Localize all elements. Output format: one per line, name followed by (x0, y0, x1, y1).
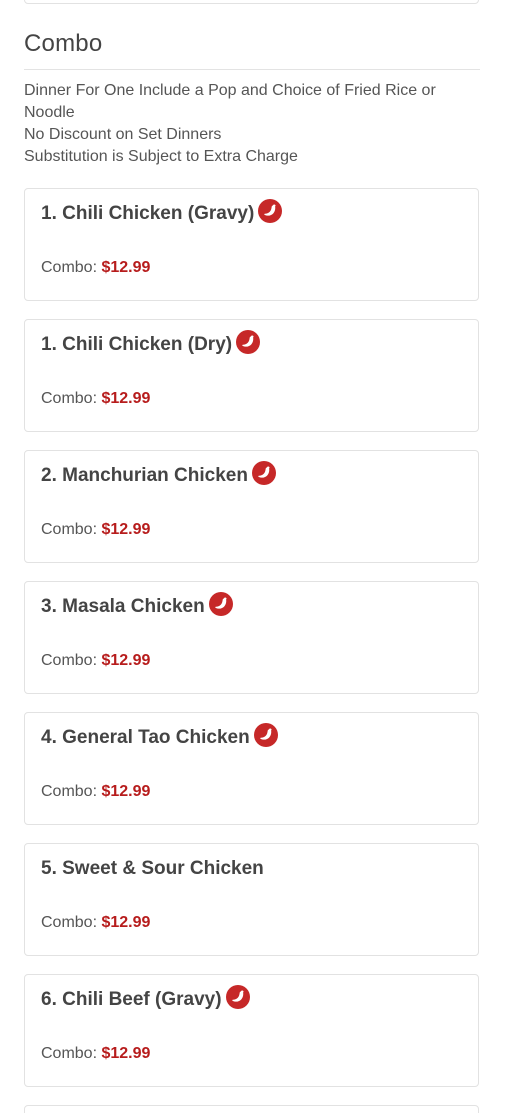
description-line: Substitution is Subject to Extra Charge (24, 148, 298, 165)
menu-item-price-line: Combo: $12.99 (41, 652, 150, 670)
price-value: $12.99 (101, 259, 151, 276)
menu-item-name: 1. Chili Chicken (Dry) (41, 334, 233, 355)
menu-item-price-line: Combo: $12.99 (41, 390, 150, 408)
price-value: $12.99 (101, 652, 151, 669)
chili-pepper-icon (251, 461, 276, 485)
previous-menu-card (24, 0, 479, 4)
chili-pepper-icon (236, 330, 261, 354)
price-value: $12.99 (101, 914, 151, 931)
menu-item-card[interactable]: 2. Manchurian Chicken Combo: $12.99 (24, 450, 479, 563)
menu-item-price-line: Combo: $12.99 (41, 783, 150, 801)
chili-pepper-icon (258, 199, 283, 223)
description-line: Dinner For One Include a Pop and Choice … (24, 82, 436, 121)
price-label: Combo: (41, 259, 98, 276)
menu-item-price-line: Combo: $12.99 (41, 914, 150, 932)
chili-pepper-icon (253, 723, 278, 747)
menu-item-price-line: Combo: $12.99 (41, 1045, 150, 1063)
price-value: $12.99 (101, 783, 151, 800)
section-divider (24, 69, 480, 70)
menu-item-card[interactable]: 4. General Tao Chicken Combo: $12.99 (24, 712, 479, 825)
menu-item-title: 6. Chili Beef (Gravy) (41, 985, 250, 1011)
price-label: Combo: (41, 521, 98, 538)
chili-pepper-icon (225, 985, 250, 1009)
menu-item-price-line: Combo: $12.99 (41, 259, 150, 277)
menu-item-name: 5. Sweet & Sour Chicken (41, 858, 264, 879)
price-value: $12.99 (101, 521, 151, 538)
menu-page: Combo Dinner For One Include a Pop and C… (0, 0, 510, 1113)
description-line: No Discount on Set Dinners (24, 126, 222, 143)
price-value: $12.99 (101, 1045, 151, 1062)
menu-item-title: 1. Chili Chicken (Gravy) (41, 199, 283, 225)
price-label: Combo: (41, 914, 98, 931)
price-label: Combo: (41, 1045, 98, 1062)
price-label: Combo: (41, 783, 98, 800)
menu-item-name: 1. Chili Chicken (Gravy) (41, 203, 255, 224)
menu-item-title: 4. General Tao Chicken (41, 723, 278, 749)
price-label: Combo: (41, 390, 98, 407)
chili-pepper-icon (208, 592, 233, 616)
menu-item-name: 4. General Tao Chicken (41, 727, 250, 748)
menu-item-name: 3. Masala Chicken (41, 596, 205, 617)
menu-item-card[interactable]: 3. Masala Chicken Combo: $12.99 (24, 581, 479, 694)
section-description: Dinner For One Include a Pop and Choice … (24, 80, 474, 168)
price-value: $12.99 (101, 390, 151, 407)
menu-item-card[interactable]: 5. Sweet & Sour Chicken Combo: $12.99 (24, 843, 479, 956)
menu-item-price-line: Combo: $12.99 (41, 521, 150, 539)
next-menu-card[interactable] (24, 1105, 479, 1113)
menu-item-name: 2. Manchurian Chicken (41, 465, 248, 486)
menu-item-card[interactable]: 1. Chili Chicken (Dry) Combo: $12.99 (24, 319, 479, 432)
menu-item-title: 5. Sweet & Sour Chicken (41, 858, 264, 880)
menu-item-title: 3. Masala Chicken (41, 592, 233, 618)
menu-item-name: 6. Chili Beef (Gravy) (41, 989, 222, 1010)
menu-item-card[interactable]: 6. Chili Beef (Gravy) Combo: $12.99 (24, 974, 479, 1087)
menu-item-title: 1. Chili Chicken (Dry) (41, 330, 261, 356)
menu-item-card[interactable]: 1. Chili Chicken (Gravy) Combo: $12.99 (24, 188, 479, 301)
menu-item-title: 2. Manchurian Chicken (41, 461, 276, 487)
price-label: Combo: (41, 652, 98, 669)
section-title: Combo (24, 30, 103, 57)
